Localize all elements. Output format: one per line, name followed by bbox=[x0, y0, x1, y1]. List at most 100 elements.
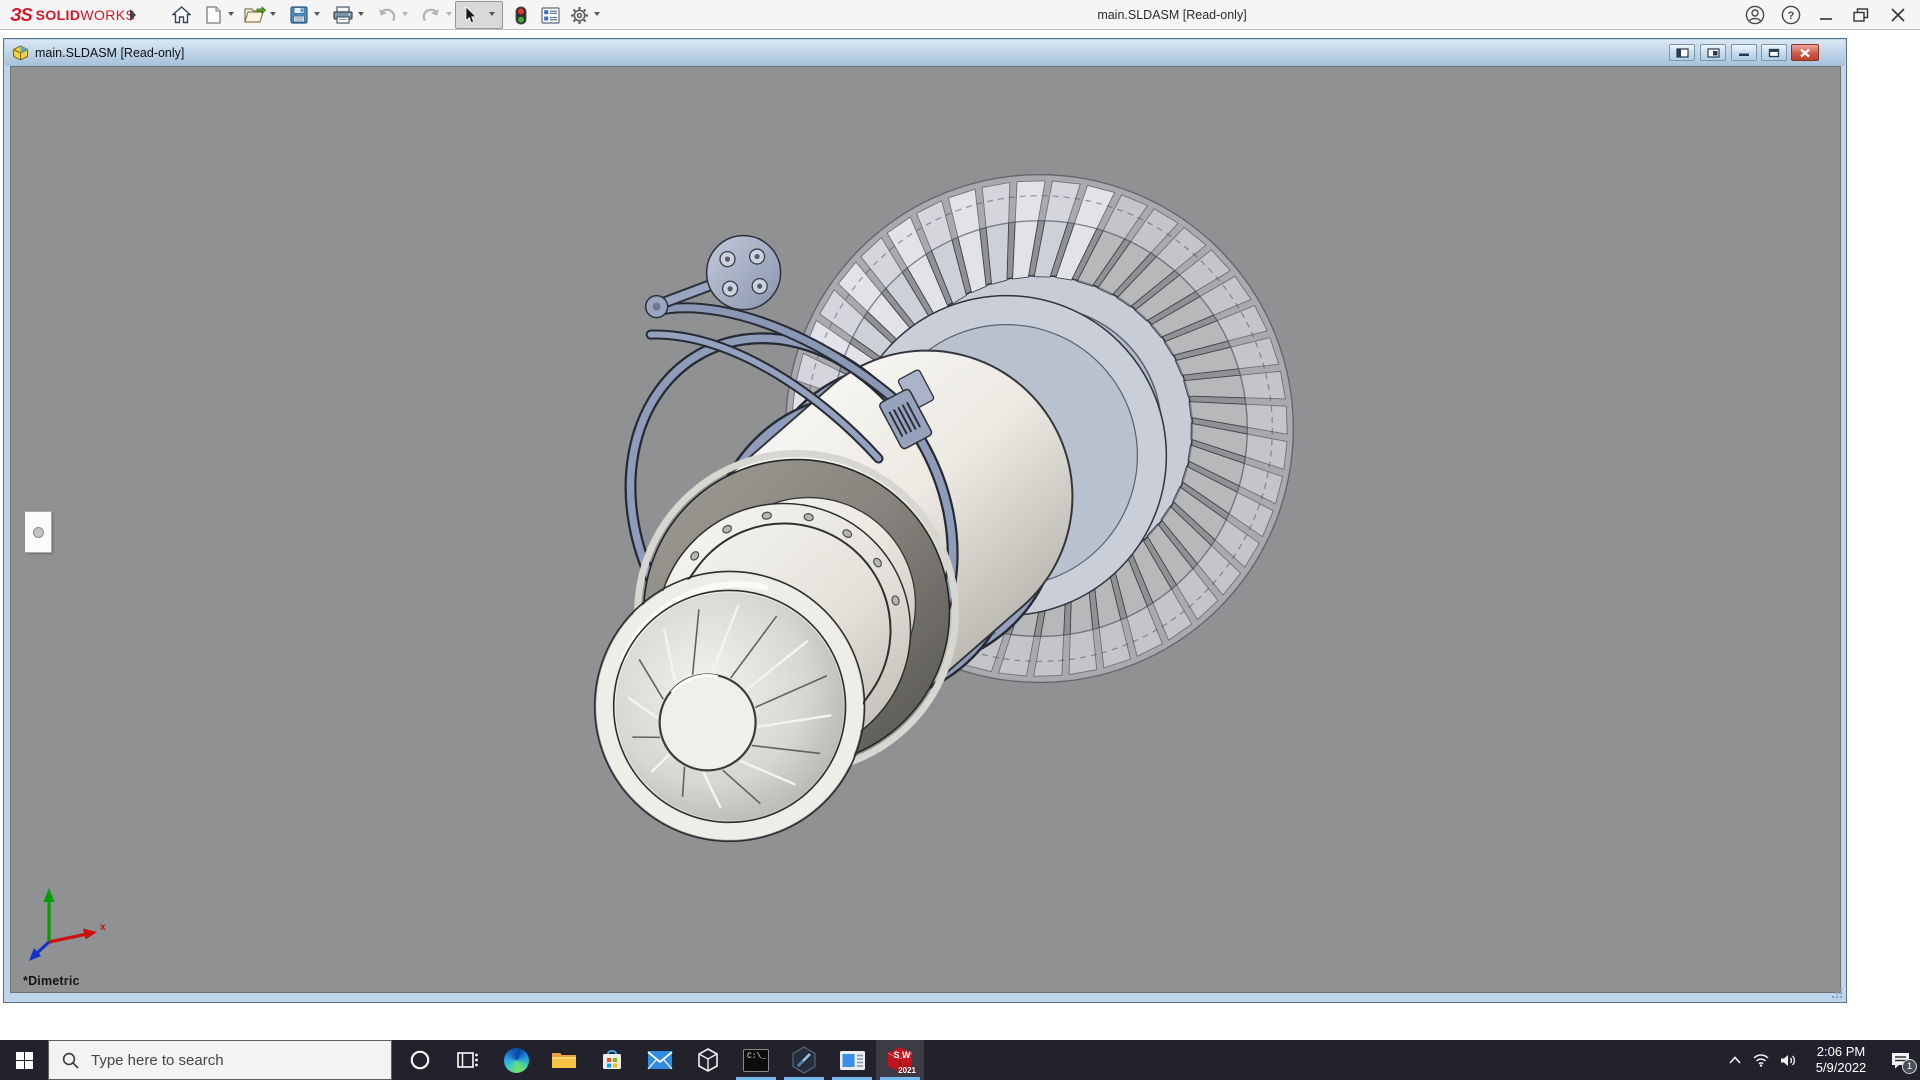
tray-network-button[interactable] bbox=[1748, 1040, 1774, 1080]
app-restore-button[interactable] bbox=[1847, 3, 1875, 27]
redo-button[interactable] bbox=[418, 2, 444, 28]
doc-minimize-button[interactable] bbox=[1731, 44, 1757, 61]
taskbar-mail-button[interactable] bbox=[636, 1040, 684, 1080]
chevron-up-icon bbox=[1729, 1056, 1741, 1064]
taskbar-hexagon-app-button[interactable] bbox=[780, 1040, 828, 1080]
resize-grip[interactable] bbox=[1830, 986, 1844, 1000]
redo-dropdown[interactable] bbox=[446, 12, 452, 16]
view-orientation-label: *Dimetric bbox=[23, 974, 80, 988]
document-titlebar[interactable]: main.SLDASM [Read-only] bbox=[5, 40, 1845, 66]
speaker-icon bbox=[1780, 1053, 1797, 1068]
clock-date: 5/9/2022 bbox=[1816, 1060, 1867, 1076]
taskbar-task-view-button[interactable] bbox=[444, 1040, 492, 1080]
pane-right-icon bbox=[1707, 48, 1720, 58]
svg-text:x: x bbox=[100, 922, 106, 933]
taskbar-store-button[interactable] bbox=[588, 1040, 636, 1080]
svg-text:?: ? bbox=[1788, 10, 1795, 22]
command-prompt-icon: C:\_ bbox=[743, 1049, 769, 1072]
taskbar-command-prompt-button[interactable]: C:\_ bbox=[732, 1040, 780, 1080]
cursor-icon bbox=[464, 6, 478, 24]
file-properties-button[interactable] bbox=[537, 2, 563, 28]
app-close-button[interactable] bbox=[1884, 3, 1912, 27]
minimize-icon bbox=[1819, 8, 1833, 22]
print-button[interactable] bbox=[330, 2, 356, 28]
new-document-icon bbox=[206, 6, 221, 24]
account-button[interactable] bbox=[1741, 3, 1769, 27]
help-button[interactable]: ? bbox=[1777, 3, 1805, 27]
help-icon: ? bbox=[1781, 5, 1801, 25]
solidworks-logo-mark: ЗS bbox=[10, 5, 32, 26]
doc-pane-right-button[interactable] bbox=[1700, 44, 1726, 61]
taskbar-cortana-button[interactable] bbox=[396, 1040, 444, 1080]
open-dropdown[interactable] bbox=[270, 12, 276, 16]
hexagon-app-icon bbox=[791, 1046, 817, 1074]
svg-text:W: W bbox=[902, 1050, 911, 1060]
redo-icon bbox=[421, 7, 441, 23]
3d-viewer-icon bbox=[696, 1047, 720, 1073]
options-dropdown[interactable] bbox=[594, 12, 600, 16]
tray-volume-button[interactable] bbox=[1774, 1040, 1802, 1080]
file-explorer-icon bbox=[551, 1049, 577, 1071]
save-icon bbox=[290, 6, 308, 24]
undo-button[interactable] bbox=[374, 2, 400, 28]
system-tray: 2:06 PM 5/9/2022 1 bbox=[1722, 1040, 1920, 1080]
microsoft-store-icon bbox=[600, 1048, 624, 1072]
app-window-title: main.SLDASM [Read-only] bbox=[1097, 8, 1246, 22]
solidworks-taskbar-icon: S W 2021 bbox=[886, 1046, 914, 1074]
cortana-icon bbox=[409, 1049, 431, 1071]
window-app-icon bbox=[839, 1050, 866, 1071]
tray-clock-button[interactable]: 2:06 PM 5/9/2022 bbox=[1802, 1040, 1880, 1080]
open-button[interactable] bbox=[242, 2, 268, 28]
app-minimize-button[interactable] bbox=[1812, 3, 1840, 27]
action-center-button[interactable]: 1 bbox=[1880, 1040, 1920, 1080]
home-button[interactable] bbox=[168, 2, 194, 28]
close-icon bbox=[1891, 8, 1905, 22]
windows-taskbar: Type here to search C:\_ S W bbox=[0, 1040, 1920, 1080]
doc-close-button[interactable] bbox=[1791, 44, 1819, 61]
clock-time: 2:06 PM bbox=[1816, 1044, 1867, 1060]
notification-badge: 1 bbox=[1902, 1059, 1917, 1074]
doc-restore-icon bbox=[1768, 48, 1780, 58]
solidworks-logo: ЗS SOLIDWORKS bbox=[10, 4, 135, 26]
rebuild-traffic-light-icon bbox=[515, 6, 527, 25]
edge-icon bbox=[504, 1048, 529, 1073]
new-document-dropdown[interactable] bbox=[228, 12, 234, 16]
save-dropdown[interactable] bbox=[314, 12, 320, 16]
undo-dropdown[interactable] bbox=[402, 12, 408, 16]
feature-tree-collapse-tab[interactable] bbox=[25, 511, 52, 553]
doc-pane-left-button[interactable] bbox=[1669, 44, 1695, 61]
doc-restore-button[interactable] bbox=[1761, 44, 1787, 61]
task-view-icon bbox=[457, 1050, 479, 1070]
save-button[interactable] bbox=[286, 2, 312, 28]
rebuild-button[interactable] bbox=[508, 2, 534, 28]
file-properties-icon bbox=[541, 7, 560, 24]
new-document-button[interactable] bbox=[200, 2, 226, 28]
search-icon bbox=[62, 1052, 79, 1069]
collapse-arrow-icon bbox=[33, 527, 44, 538]
graphics-viewport[interactable]: x *Dimetric bbox=[10, 66, 1841, 993]
select-tool-button[interactable] bbox=[458, 2, 484, 28]
restore-icon bbox=[1853, 8, 1869, 22]
home-icon bbox=[172, 6, 191, 24]
taskbar-file-explorer-button[interactable] bbox=[540, 1040, 588, 1080]
tray-show-hidden-button[interactable] bbox=[1722, 1040, 1748, 1080]
app-titlebar: ЗS SOLIDWORKS main.SLDASM [Read-only bbox=[0, 0, 1920, 30]
doc-minimize-icon bbox=[1738, 48, 1750, 57]
windows-logo-icon bbox=[16, 1052, 33, 1069]
taskbar-window-app-button[interactable] bbox=[828, 1040, 876, 1080]
taskbar-edge-button[interactable] bbox=[492, 1040, 540, 1080]
taskbar-3d-viewer-button[interactable] bbox=[684, 1040, 732, 1080]
menu-flyout-arrow[interactable] bbox=[130, 9, 136, 21]
options-button[interactable] bbox=[566, 2, 592, 28]
search-placeholder: Type here to search bbox=[91, 1052, 224, 1069]
assembly-document-icon bbox=[12, 45, 29, 61]
wifi-icon bbox=[1752, 1053, 1770, 1067]
taskbar-solidworks-button[interactable]: S W 2021 bbox=[876, 1040, 924, 1080]
open-icon bbox=[244, 6, 266, 24]
taskbar-search-input[interactable]: Type here to search bbox=[48, 1040, 392, 1080]
document-window: main.SLDASM [Read-only] bbox=[3, 38, 1847, 1003]
start-button[interactable] bbox=[0, 1040, 48, 1080]
print-dropdown[interactable] bbox=[358, 12, 364, 16]
user-account-icon bbox=[1745, 5, 1765, 25]
select-tool-dropdown[interactable] bbox=[489, 12, 495, 16]
